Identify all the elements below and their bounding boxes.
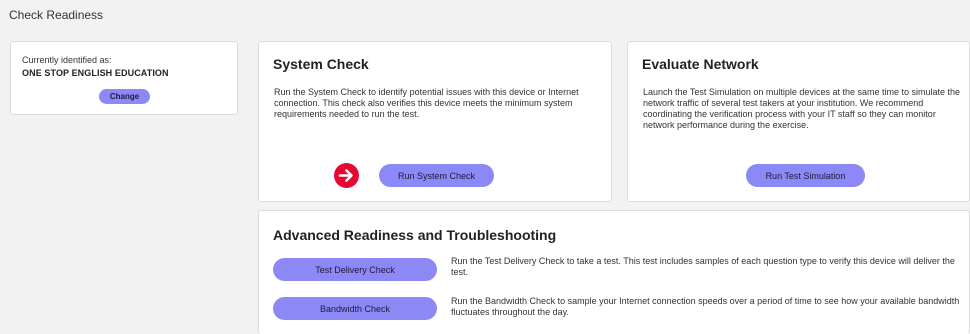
identity-value: ONE STOP ENGLISH EDUCATION — [22, 68, 169, 78]
arrow-right-circle-icon — [334, 163, 359, 188]
evaluate-network-card: Evaluate Network Launch the Test Simulat… — [627, 41, 970, 202]
advanced-heading: Advanced Readiness and Troubleshooting — [273, 227, 557, 243]
page-title: Check Readiness — [9, 8, 104, 22]
bandwidth-check-description: Run the Bandwidth Check to sample your I… — [451, 296, 960, 317]
identity-card: Currently identified as: ONE STOP ENGLIS… — [10, 41, 238, 115]
identity-label: Currently identified as: — [22, 55, 112, 65]
evaluate-network-heading: Evaluate Network — [642, 56, 759, 72]
test-delivery-check-description: Run the Test Delivery Check to take a te… — [451, 256, 955, 277]
advanced-readiness-card: Advanced Readiness and Troubleshooting T… — [258, 210, 970, 334]
test-delivery-check-button[interactable]: Test Delivery Check — [273, 258, 437, 281]
system-check-description: Run the System Check to identify potenti… — [274, 87, 579, 119]
evaluate-network-description: Launch the Test Simulation on multiple d… — [643, 87, 961, 130]
system-check-card: System Check Run the System Check to ide… — [258, 41, 612, 202]
bandwidth-check-button[interactable]: Bandwidth Check — [273, 297, 437, 320]
system-check-heading: System Check — [273, 56, 369, 72]
run-test-simulation-button[interactable]: Run Test Simulation — [746, 164, 865, 187]
run-system-check-button[interactable]: Run System Check — [379, 164, 494, 187]
change-button[interactable]: Change — [99, 89, 150, 104]
